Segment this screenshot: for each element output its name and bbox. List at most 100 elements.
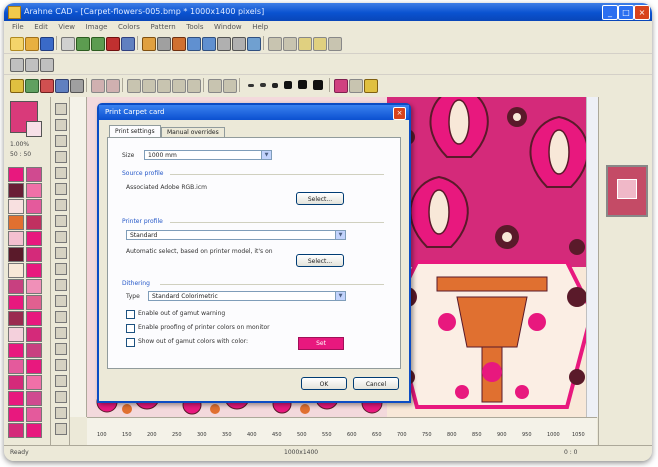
tool-icon[interactable] — [55, 103, 67, 115]
navigator-thumbnail[interactable] — [606, 165, 648, 217]
paste-icon[interactable] — [142, 37, 156, 51]
fill-icon[interactable] — [40, 79, 54, 93]
menu-file[interactable]: File — [12, 21, 24, 33]
swatch[interactable] — [26, 167, 42, 182]
tool-icon[interactable] — [55, 375, 67, 387]
menu-window[interactable]: Window — [214, 21, 242, 33]
tool-icon[interactable] — [55, 167, 67, 179]
swatch[interactable] — [26, 407, 42, 422]
arrow-right-icon[interactable] — [25, 58, 39, 72]
menu-help[interactable]: Help — [252, 21, 268, 33]
text-icon[interactable] — [106, 79, 120, 93]
save-icon[interactable] — [40, 37, 54, 51]
arrow-up-icon[interactable] — [40, 58, 54, 72]
tool-icon[interactable] — [55, 407, 67, 419]
swatch[interactable] — [26, 359, 42, 374]
tool-icon[interactable] — [55, 151, 67, 163]
zoom-out-icon[interactable] — [202, 37, 216, 51]
select-icon[interactable] — [70, 79, 84, 93]
grid-icon[interactable] — [157, 37, 171, 51]
gamut-warning-checkbox[interactable] — [126, 310, 135, 319]
background-color[interactable] — [26, 121, 42, 137]
dialog-close-button[interactable]: × — [393, 107, 406, 120]
flip-icon[interactable] — [232, 37, 246, 51]
swatch[interactable] — [8, 183, 24, 198]
printer-select-button[interactable]: Select... — [296, 254, 344, 267]
clone-icon[interactable] — [223, 79, 237, 93]
source-select-button[interactable]: Select... — [296, 192, 344, 205]
swatch[interactable] — [8, 375, 24, 390]
navigator-viewport[interactable] — [617, 179, 637, 199]
tool-icon[interactable] — [55, 343, 67, 355]
weave-icon[interactable] — [313, 37, 327, 51]
gamut-color-checkbox[interactable] — [126, 338, 135, 347]
tool-icon[interactable] — [55, 183, 67, 195]
swatch[interactable] — [26, 199, 42, 214]
rotate-icon[interactable] — [217, 37, 231, 51]
swatch[interactable] — [8, 327, 24, 342]
new-file-icon[interactable] — [10, 37, 24, 51]
layer-icon[interactable] — [268, 37, 282, 51]
tool-icon[interactable] — [55, 327, 67, 339]
eraser-icon[interactable] — [55, 79, 69, 93]
pencil-icon[interactable] — [10, 79, 24, 93]
swatch[interactable] — [26, 423, 42, 438]
swatch[interactable] — [8, 279, 24, 294]
line-thin-icon[interactable] — [248, 84, 254, 87]
menu-colors[interactable]: Colors — [118, 21, 140, 33]
swatch[interactable] — [26, 343, 42, 358]
pattern-icon[interactable] — [298, 37, 312, 51]
size-select[interactable]: 1000 mm ▼ — [144, 150, 272, 160]
settings-icon[interactable] — [328, 37, 342, 51]
square-brush-icon[interactable] — [313, 80, 323, 90]
repeat-icon[interactable] — [283, 37, 297, 51]
swatch[interactable] — [26, 231, 42, 246]
swatch[interactable] — [26, 247, 42, 262]
print-icon[interactable] — [61, 37, 75, 51]
swatch[interactable] — [26, 215, 42, 230]
dot-small-icon[interactable] — [284, 81, 292, 89]
swatch[interactable] — [8, 423, 24, 438]
tool-icon[interactable] — [55, 263, 67, 275]
cancel-button[interactable]: Cancel — [353, 377, 399, 390]
dot-large-icon[interactable] — [298, 80, 307, 89]
line-thick-icon[interactable] — [272, 83, 278, 88]
magic-wand-icon[interactable] — [349, 79, 363, 93]
tool-icon[interactable] — [55, 231, 67, 243]
swatch[interactable] — [8, 247, 24, 262]
menu-pattern[interactable]: Pattern — [151, 21, 176, 33]
menu-tools[interactable]: Tools — [186, 21, 203, 33]
swatch[interactable] — [26, 391, 42, 406]
color-mode-icon[interactable] — [334, 79, 348, 93]
proofing-checkbox[interactable] — [126, 324, 135, 333]
swatch[interactable] — [26, 295, 42, 310]
cut-icon[interactable] — [106, 37, 120, 51]
swatch[interactable] — [8, 343, 24, 358]
dithering-select[interactable]: Standard Colorimetric ▼ — [148, 291, 346, 301]
swatch[interactable] — [8, 359, 24, 374]
open-folder-icon[interactable] — [25, 37, 39, 51]
ok-button[interactable]: OK — [301, 377, 347, 390]
swatch[interactable] — [26, 263, 42, 278]
menu-image[interactable]: Image — [86, 21, 108, 33]
tool-icon[interactable] — [55, 215, 67, 227]
swatch[interactable] — [8, 167, 24, 182]
minimize-button[interactable]: _ — [602, 5, 618, 20]
palette-icon[interactable] — [172, 37, 186, 51]
swatch[interactable] — [8, 407, 24, 422]
menu-view[interactable]: View — [58, 21, 75, 33]
curve-icon[interactable] — [187, 79, 201, 93]
tool-icon[interactable] — [55, 311, 67, 323]
swatch[interactable] — [26, 375, 42, 390]
swatch[interactable] — [26, 279, 42, 294]
swatch[interactable] — [8, 215, 24, 230]
tool-icon[interactable] — [55, 135, 67, 147]
swatch[interactable] — [8, 311, 24, 326]
tool-icon[interactable] — [55, 423, 67, 435]
tool-icon[interactable] — [55, 199, 67, 211]
tool-icon[interactable] — [55, 279, 67, 291]
eyedropper-icon[interactable] — [91, 79, 105, 93]
swatch[interactable] — [26, 327, 42, 342]
dialog-title-bar[interactable]: Print Carpet card × — [99, 105, 409, 120]
tool-icon[interactable] — [55, 119, 67, 131]
